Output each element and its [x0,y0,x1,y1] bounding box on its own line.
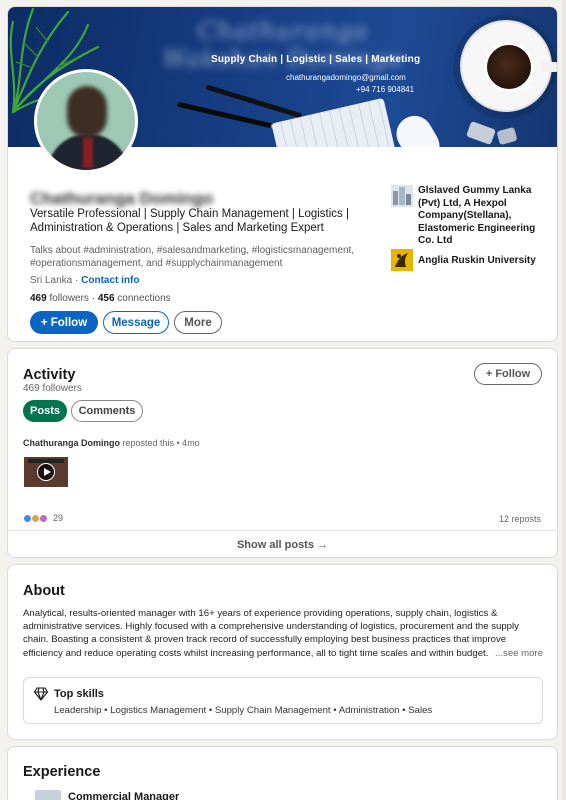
company-logo-icon[interactable] [391,185,413,207]
avatar-face [67,86,107,138]
reposts-count[interactable]: 12 reposts [499,514,541,524]
followers-count: 469 [30,293,47,304]
profile-location-line: Sri Lanka · Contact info [30,275,140,286]
company-logo-icon[interactable] [35,790,61,800]
education-link[interactable]: Anglia Ruskin University [418,255,553,268]
top-skills-list: Leadership • Logistics Management • Supp… [54,705,433,716]
banner-email: chathurangadomingo@gmail.com [286,73,406,82]
reactions-summary[interactable]: 29 [23,513,63,523]
coffee-cup-decoration [460,20,557,112]
divider [8,530,557,531]
connections-label[interactable]: connections [117,293,170,304]
more-button[interactable]: More [174,311,222,334]
top-skills-box[interactable]: Top skills Leadership • Logistics Manage… [23,677,543,724]
about-title: About [23,583,65,599]
show-all-posts-button[interactable]: Show all posts → [8,539,557,551]
love-reaction-icon [39,513,48,523]
reactions-count: 29 [53,513,64,523]
profile-headline: Versatile Professional | Supply Chain Ma… [30,208,349,234]
followers-label: followers [49,293,89,304]
message-button[interactable]: Message [103,311,169,334]
top-skills-title: Top skills [54,688,104,700]
banner-phone: +94 716 904841 [356,85,415,94]
experience-card: Experience Commercial Manager [7,746,558,800]
play-icon[interactable] [37,463,55,481]
mouse-decoration [389,109,447,147]
about-text: Analytical, results-oriented manager wit… [23,608,519,659]
about-text-block: Analytical, results-oriented manager wit… [23,607,545,660]
see-more-link[interactable]: ...see more [495,648,543,659]
activity-title: Activity [23,367,76,383]
profile-card: Chathuranga Wakshan Domingo Supply Chain… [7,6,558,342]
experience-role: Commercial Manager [68,791,180,800]
tab-posts[interactable]: Posts [23,400,67,422]
avatar[interactable] [34,69,138,173]
repost-author[interactable]: Chathuranga Domingo [23,438,120,448]
banner-tagline: Supply Chain | Logistic | Sales | Market… [211,54,421,65]
clip-decoration [496,126,518,146]
about-card: About Analytical, results-oriented manag… [7,564,558,740]
university-logo-icon[interactable] [391,249,413,271]
activity-followers: 469 followers [23,383,82,394]
contact-info-link[interactable]: Contact info [81,275,139,286]
repost-meta: reposted this • 4mo [120,438,200,448]
profile-talks-about: Talks about #administration, #salesandma… [30,245,355,269]
video-thumbnail[interactable] [24,457,68,487]
activity-card: Activity 469 followers + Follow Posts Co… [7,348,558,558]
keyboard-decoration [271,97,396,147]
activity-follow-button[interactable]: + Follow [474,363,542,385]
profile-network-counts: 469 followers · 456 connections [30,293,171,304]
diamond-icon [34,687,48,701]
clip-decoration [466,121,496,145]
profile-name: Chathuranga Domingo [30,189,214,208]
connections-count[interactable]: 456 [98,293,115,304]
tab-comments[interactable]: Comments [71,400,143,422]
current-company-link[interactable]: Glslaved Gummy Lanka (Pvt) Ltd, A Hexpol… [418,185,553,248]
avatar-tie [83,138,93,168]
experience-title: Experience [23,764,101,780]
follow-button[interactable]: + Follow [30,311,98,334]
repost-line: Chathuranga Domingo reposted this • 4mo [23,438,200,448]
scrollbar-track[interactable] [562,0,566,800]
profile-location: Sri Lanka [30,275,73,286]
